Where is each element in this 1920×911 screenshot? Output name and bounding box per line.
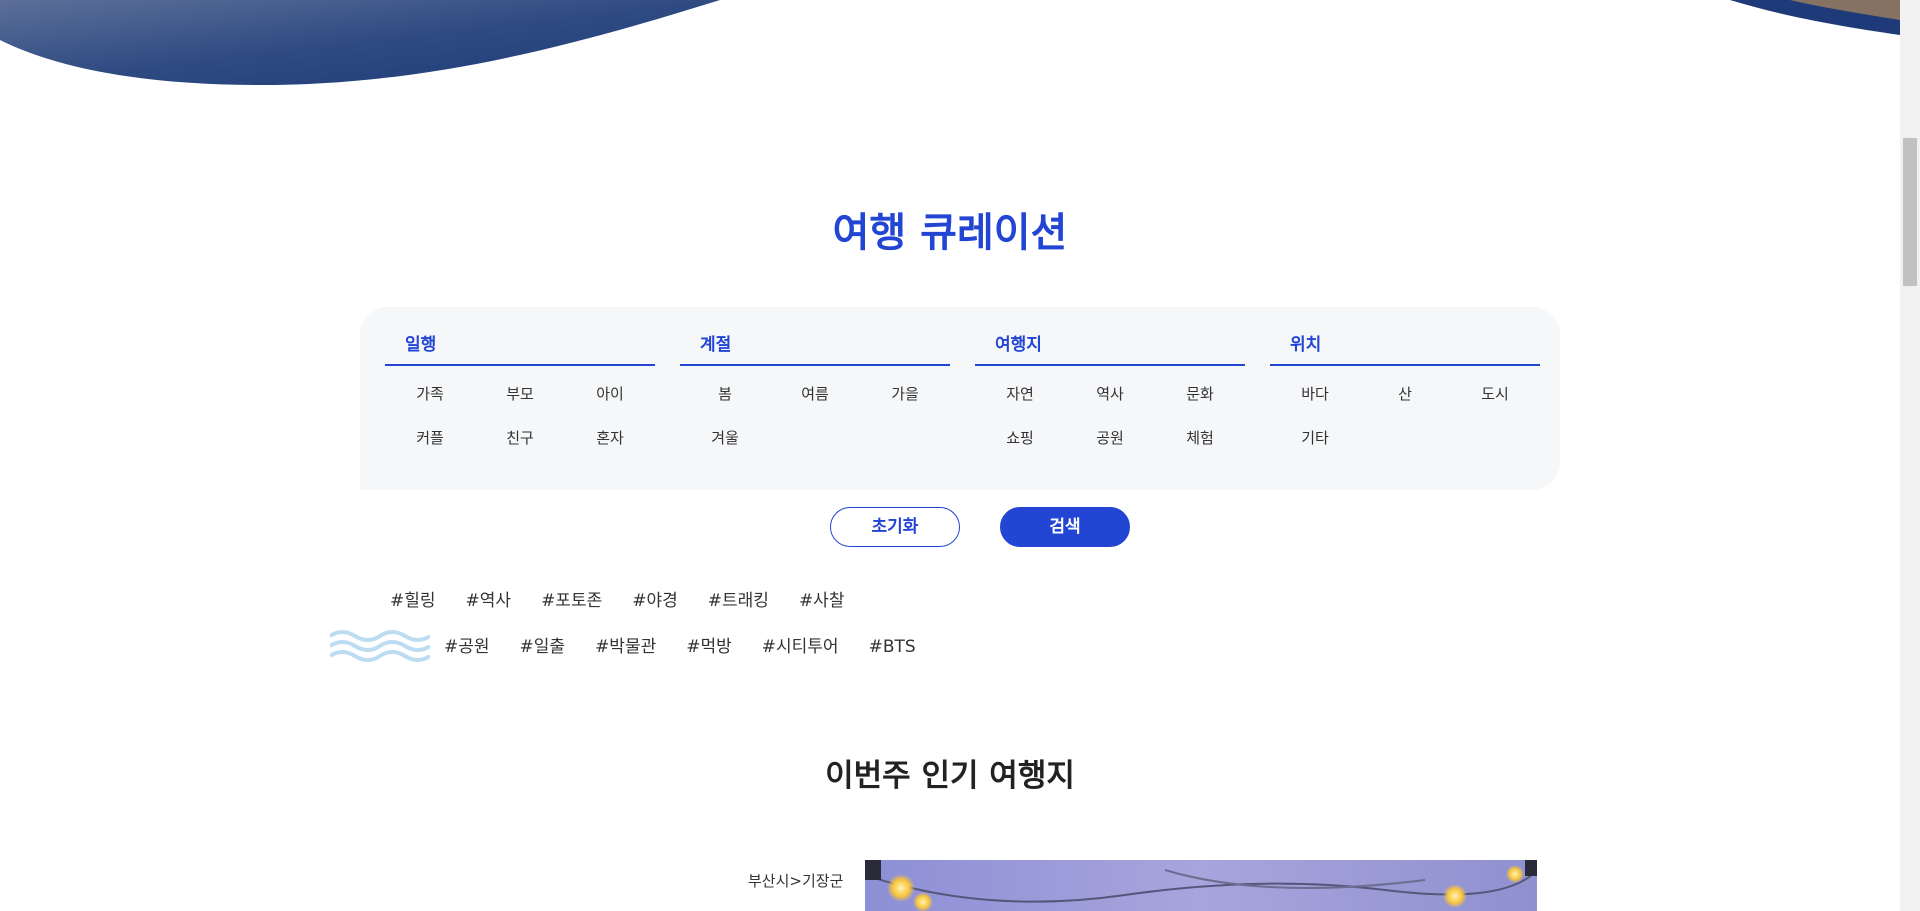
hashtag-link[interactable]: #박물관 [595,635,656,659]
filter-option-family[interactable]: 가족 [385,382,475,426]
hashtag-link[interactable]: #공원 [444,635,490,659]
page: 여행 큐레이션 일행 가족 부모 아이 커플 친구 혼자 계절 봄 여름 가을 … [0,0,1920,911]
popular-destinations-title: 이번주 인기 여행지 [825,758,1075,794]
curation-filter-panel: 일행 가족 부모 아이 커플 친구 혼자 계절 봄 여름 가을 겨울 여행지 자… [360,307,1560,490]
wave-decoration-icon [330,630,430,662]
filter-option-solo[interactable]: 혼자 [565,426,655,470]
hashtag-link[interactable]: #포토존 [541,589,602,613]
hashtag-list: #공원 #일출 #박물관 #먹방 #시티투어 #BTS [444,635,946,659]
search-button[interactable]: 검색 [1000,507,1130,547]
curation-title: 여행 큐레이션 [832,210,1068,256]
filter-option-autumn[interactable]: 가을 [860,382,950,426]
filter-option-park[interactable]: 공원 [1065,426,1155,470]
filter-group-season: 계절 봄 여름 가을 겨울 [680,325,950,470]
filter-option-history[interactable]: 역사 [1065,382,1155,426]
hashtag-link[interactable]: #사찰 [799,589,845,613]
filter-option-kids[interactable]: 아이 [565,382,655,426]
hashtag-list: #힐링 #역사 #포토존 #야경 #트래킹 #사찰 [390,589,874,613]
filter-option-sea[interactable]: 바다 [1270,382,1360,426]
hashtag-link[interactable]: #힐링 [390,589,436,613]
filter-group-title: 일행 [385,325,655,366]
scrollbar-thumb[interactable] [1903,138,1917,286]
filter-option-other[interactable]: 기타 [1270,426,1360,470]
filter-group-location: 위치 바다 산 도시 기타 [1270,325,1540,470]
filter-option-friends[interactable]: 친구 [475,426,565,470]
hashtag-link[interactable]: #야경 [632,589,678,613]
filter-group-destination: 여행지 자연 역사 문화 쇼핑 공원 체험 [975,325,1245,470]
filter-group-title: 계절 [680,325,950,366]
vertical-scrollbar[interactable] [1900,0,1920,911]
filter-group-title: 여행지 [975,325,1245,366]
hashtag-link[interactable]: #먹방 [686,635,732,659]
hashtag-link[interactable]: #일출 [520,635,566,659]
hashtag-link[interactable]: #역사 [466,589,512,613]
hashtag-link[interactable]: #시티투어 [762,635,839,659]
filter-group-title: 위치 [1270,325,1540,366]
hero-banner-image [0,0,1900,85]
filter-option-nature[interactable]: 자연 [975,382,1065,426]
hashtag-link[interactable]: #트래킹 [708,589,769,613]
filter-options: 가족 부모 아이 커플 친구 혼자 [385,382,655,470]
filter-option-winter[interactable]: 겨울 [680,426,770,470]
filter-option-shopping[interactable]: 쇼핑 [975,426,1065,470]
filter-option-culture[interactable]: 문화 [1155,382,1245,426]
filter-options: 봄 여름 가을 겨울 [680,382,950,470]
filter-group-companion: 일행 가족 부모 아이 커플 친구 혼자 [385,325,655,470]
filter-option-parents[interactable]: 부모 [475,382,565,426]
filter-option-spring[interactable]: 봄 [680,382,770,426]
filter-option-summer[interactable]: 여름 [770,382,860,426]
location-breadcrumb: 부산시>기장군 [748,872,844,890]
popular-destination-image[interactable] [865,860,1537,911]
filter-option-city[interactable]: 도시 [1450,382,1540,426]
hashtag-link[interactable]: #BTS [869,635,916,659]
reset-button[interactable]: 초기화 [830,507,960,547]
filter-option-experience[interactable]: 체험 [1155,426,1245,470]
filter-option-couple[interactable]: 커플 [385,426,475,470]
filter-options: 바다 산 도시 기타 [1270,382,1540,470]
filter-option-mountain[interactable]: 산 [1360,382,1450,426]
filter-options: 자연 역사 문화 쇼핑 공원 체험 [975,382,1245,470]
